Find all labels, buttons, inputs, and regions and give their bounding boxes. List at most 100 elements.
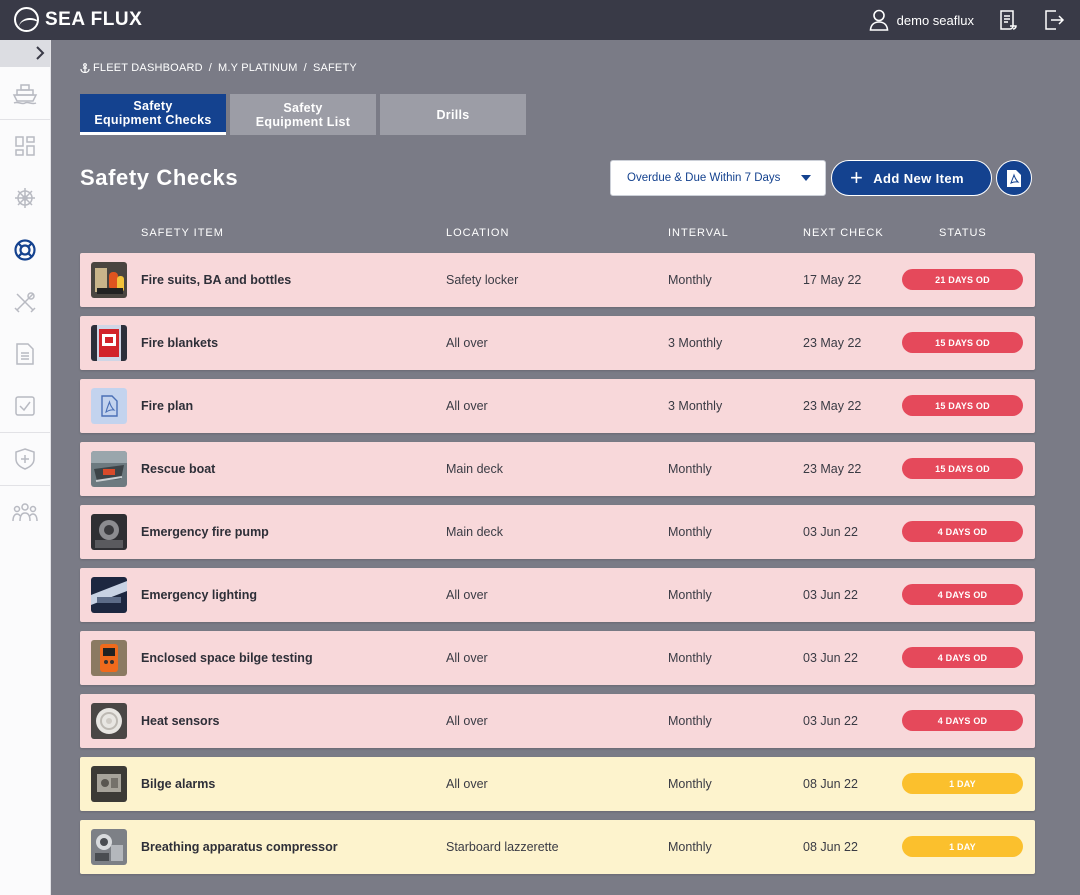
sidebar-item-crew[interactable]	[0, 486, 50, 538]
add-new-item-label: Add New Item	[873, 170, 965, 186]
user-name[interactable]: demo seaflux	[897, 13, 974, 28]
status-badge: 4 DAYS OD	[902, 647, 1023, 668]
sidebar-item-documents[interactable]	[0, 328, 50, 380]
item-interval: Monthly	[668, 462, 712, 476]
anchor-icon	[80, 63, 90, 73]
tools-icon	[14, 292, 36, 313]
col-header-next-check[interactable]: NEXT CHECK	[803, 227, 884, 239]
status-badge: 21 DAYS OD	[902, 269, 1023, 290]
breadcrumb-fleet-dashboard[interactable]: FLEET DASHBOARD	[93, 62, 203, 74]
item-name[interactable]: Emergency lighting	[141, 568, 257, 622]
item-interval: Monthly	[668, 777, 712, 791]
sidebar-item-medical[interactable]	[0, 433, 50, 485]
export-pdf-button[interactable]	[996, 160, 1032, 196]
item-name[interactable]: Fire blankets	[141, 316, 218, 370]
tab-bar: Safety Equipment Checks Safety Equipment…	[80, 94, 530, 135]
logout-icon[interactable]	[1042, 8, 1066, 32]
checkbox-icon	[15, 396, 35, 416]
item-name[interactable]: Enclosed space bilge testing	[141, 631, 313, 685]
item-interval: Monthly	[668, 588, 712, 602]
status-badge: 4 DAYS OD	[902, 521, 1023, 542]
status-badge: 15 DAYS OD	[902, 458, 1023, 479]
sidebar-item-helm[interactable]	[0, 172, 50, 224]
item-interval: Monthly	[668, 840, 712, 854]
chevron-right-icon	[36, 46, 45, 60]
item-next-check: 23 May 22	[803, 462, 862, 476]
dashboard-icon	[15, 136, 35, 156]
sidebar-item-fleet[interactable]	[0, 67, 50, 119]
tab-safety-equipment-list[interactable]: Safety Equipment List	[230, 94, 376, 135]
col-header-status[interactable]: STATUS	[939, 227, 987, 239]
item-interval: Monthly	[668, 714, 712, 728]
add-new-item-button[interactable]: + Add New Item	[831, 160, 992, 196]
report-icon[interactable]	[996, 8, 1020, 32]
item-thumbnail	[91, 640, 127, 676]
logo-mark-icon	[14, 7, 39, 32]
item-name[interactable]: Fire suits, BA and bottles	[141, 253, 291, 307]
status-filter-dropdown[interactable]: Overdue & Due Within 7 Days	[610, 160, 826, 196]
item-name[interactable]: Emergency fire pump	[141, 505, 269, 559]
table-row[interactable]: Fire plan All over 3 Monthly 23 May 22 15 DA…	[80, 379, 1035, 433]
breadcrumb-separator: /	[303, 62, 307, 74]
status-badge: 4 DAYS OD	[902, 710, 1023, 731]
item-location: Safety locker	[446, 273, 519, 287]
item-name[interactable]: Fire plan	[141, 379, 193, 433]
breadcrumb-separator: /	[208, 62, 213, 74]
table-row[interactable]: Emergency lighting All over Monthly 03 Jun …	[80, 568, 1035, 622]
item-thumbnail	[91, 703, 127, 739]
item-thumbnail	[91, 766, 127, 802]
table-row[interactable]: Fire blankets All over 3 Monthly 23 May 22 1…	[80, 316, 1035, 370]
item-location: All over	[446, 336, 488, 350]
tab-safety-equipment-checks[interactable]: Safety Equipment Checks	[80, 94, 226, 135]
table-header: SAFETY ITEM LOCATION INTERVAL NEXT CHECK…	[80, 227, 1035, 241]
col-header-item[interactable]: SAFETY ITEM	[141, 227, 224, 239]
item-next-check: 17 May 22	[803, 273, 862, 287]
item-name[interactable]: Rescue boat	[141, 442, 215, 496]
status-badge: 15 DAYS OD	[902, 332, 1023, 353]
status-badge: 1 DAY	[902, 836, 1023, 857]
breadcrumb-vessel[interactable]: M.Y PLATINUM	[218, 62, 298, 74]
item-name[interactable]: Heat sensors	[141, 694, 220, 748]
item-thumbnail	[91, 388, 127, 424]
pdf-icon	[1007, 169, 1021, 187]
table-row[interactable]: Heat sensors All over Monthly 03 Jun 22 4 DA…	[80, 694, 1035, 748]
sidebar-item-maintenance[interactable]	[0, 276, 50, 328]
col-header-location[interactable]: LOCATION	[446, 227, 509, 239]
sidebar-item-checklists[interactable]	[0, 380, 50, 432]
table-row[interactable]: Enclosed space bilge testing All over Mont…	[80, 631, 1035, 685]
breadcrumb: FLEET DASHBOARD / M.Y PLATINUM / SAFETY	[80, 62, 357, 74]
item-thumbnail	[91, 262, 127, 298]
col-header-interval[interactable]: INTERVAL	[668, 227, 729, 239]
item-next-check: 03 Jun 22	[803, 651, 858, 665]
table-row[interactable]: Breathing apparatus compressor Starboard …	[80, 820, 1035, 874]
lifebuoy-icon	[14, 239, 36, 261]
item-next-check: 23 May 22	[803, 336, 862, 350]
sidebar	[0, 40, 51, 895]
item-interval: Monthly	[668, 651, 712, 665]
item-location: Main deck	[446, 462, 503, 476]
sidebar-toggle[interactable]	[0, 40, 50, 67]
item-location: Starboard lazzerette	[446, 840, 559, 854]
item-next-check: 23 May 22	[803, 399, 862, 413]
table-row[interactable]: Bilge alarms All over Monthly 08 Jun 22 1 DA…	[80, 757, 1035, 811]
item-name[interactable]: Bilge alarms	[141, 757, 215, 811]
app-logo[interactable]: SEA FLUX	[14, 7, 142, 32]
table-row[interactable]: Fire suits, BA and bottles Safety locker M…	[80, 253, 1035, 307]
tab-drills[interactable]: Drills	[380, 94, 526, 135]
item-name[interactable]: Breathing apparatus compressor	[141, 820, 338, 874]
crew-icon	[12, 503, 38, 522]
app-name: SEA FLUX	[45, 8, 143, 30]
item-next-check: 03 Jun 22	[803, 714, 858, 728]
item-next-check: 03 Jun 22	[803, 588, 858, 602]
table-row[interactable]: Emergency fire pump Main deck Monthly 03 Ju…	[80, 505, 1035, 559]
shield-plus-icon	[15, 448, 35, 470]
user-area: demo seaflux	[869, 0, 1080, 40]
sidebar-item-dashboard[interactable]	[0, 120, 50, 172]
safety-checks-table: Fire suits, BA and bottles Safety locker M…	[80, 253, 1035, 883]
user-icon[interactable]	[869, 9, 889, 31]
status-badge: 1 DAY	[902, 773, 1023, 794]
sidebar-item-safety[interactable]	[0, 224, 50, 276]
item-thumbnail	[91, 577, 127, 613]
filter-selected-value: Overdue & Due Within 7 Days	[627, 172, 781, 184]
table-row[interactable]: Rescue boat Main deck Monthly 23 May 22 15 D…	[80, 442, 1035, 496]
